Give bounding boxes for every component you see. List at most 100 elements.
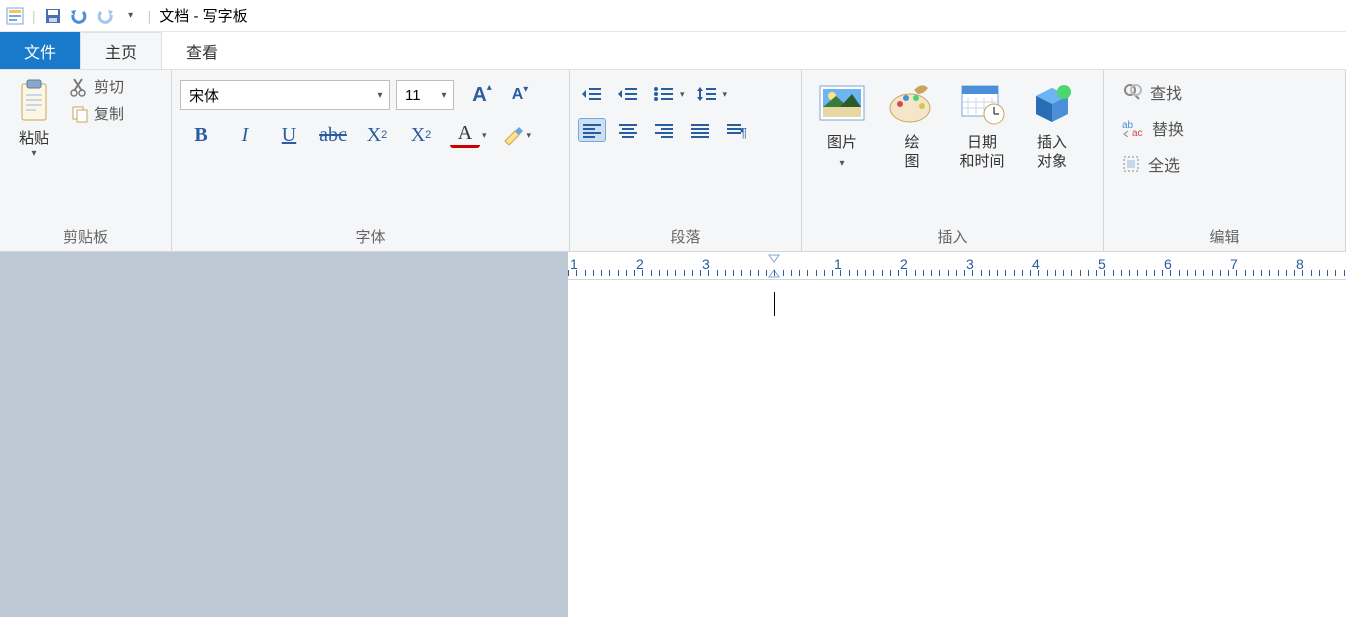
align-center-button[interactable]	[614, 118, 642, 142]
ruler-tick-minor	[675, 270, 676, 276]
ribbon-tabs: 文件 主页 查看	[0, 32, 1346, 70]
ruler-tick-minor	[576, 270, 577, 276]
ruler-tick-minor	[667, 270, 668, 276]
ruler-tick-minor	[791, 270, 792, 276]
justify-button[interactable]	[686, 118, 714, 142]
save-icon[interactable]	[42, 5, 64, 27]
decrease-indent-button[interactable]	[578, 82, 606, 106]
ruler-tick-minor	[741, 270, 742, 276]
subscript-button[interactable]: X2	[362, 120, 392, 150]
ruler-tick-minor	[1096, 270, 1097, 276]
ruler-tick-minor	[1137, 270, 1138, 276]
chevron-down-icon[interactable]: ▾	[371, 90, 389, 101]
ruler-tick-minor	[1071, 270, 1072, 276]
chevron-down-icon[interactable]: ▾	[482, 130, 487, 141]
insert-paint-button[interactable]: 绘 图	[886, 78, 938, 174]
strikethrough-button[interactable]: abc	[318, 120, 348, 150]
ruler-tick-minor	[1047, 270, 1048, 276]
insert-datetime-button[interactable]: 日期 和时间	[956, 78, 1008, 174]
ruler-tick-minor	[997, 270, 998, 276]
group-label-edit: 编辑	[1112, 222, 1337, 249]
ruler[interactable]: 32112345678	[568, 252, 1346, 280]
ruler-tick-minor	[956, 270, 957, 276]
chevron-down-icon[interactable]: ▾	[527, 130, 532, 141]
ruler-tick-minor	[915, 270, 916, 276]
ruler-tick-minor	[1146, 270, 1147, 276]
find-button[interactable]: 查找	[1116, 78, 1188, 106]
align-right-button[interactable]	[650, 118, 678, 142]
group-insert: 图片▾ 绘 图 日期 和时间 插入 对象 插入	[802, 70, 1104, 251]
paste-button[interactable]: 粘贴 ▾	[12, 74, 56, 163]
bold-button[interactable]: B	[186, 120, 216, 150]
underline-button[interactable]: U	[274, 120, 304, 150]
group-paragraph: ▾ ▾ ¶ 段落	[570, 70, 802, 251]
undo-icon[interactable]	[68, 5, 90, 27]
ruler-tick-minor	[931, 270, 932, 276]
svg-text:¶: ¶	[740, 125, 747, 139]
ruler-tick-minor	[865, 270, 866, 276]
title-bar: | ▾ | 文档 - 写字板	[0, 0, 1346, 32]
ruler-tick-minor	[1335, 270, 1336, 276]
select-all-button[interactable]: 全选	[1116, 150, 1186, 178]
ruler-tick-minor	[840, 270, 841, 276]
ruler-tick-minor	[1269, 270, 1270, 276]
ruler-tick-minor	[906, 270, 907, 276]
ruler-tick-minor	[568, 270, 569, 276]
document-page[interactable]: 32112345678	[568, 252, 1346, 617]
superscript-button[interactable]: X2	[406, 120, 436, 150]
shrink-font-button[interactable]: A▾	[506, 81, 534, 109]
ruler-tick-minor	[659, 270, 660, 276]
ruler-tick-minor	[1203, 270, 1204, 276]
ruler-tick-minor	[1327, 270, 1328, 276]
bullets-button[interactable]: ▾	[650, 82, 685, 106]
grow-font-button[interactable]: A▴	[468, 81, 496, 109]
italic-button[interactable]: I	[230, 120, 260, 150]
ruler-tick-minor	[1080, 270, 1081, 276]
tab-home[interactable]: 主页	[80, 32, 162, 69]
tab-file[interactable]: 文件	[0, 32, 80, 69]
group-font: ▾ ▾ A▴ A▾ B I U abc	[172, 70, 570, 251]
highlight-button[interactable]: ▾	[501, 123, 532, 147]
ruler-tick-minor	[717, 270, 718, 276]
chevron-down-icon[interactable]: ▾	[680, 89, 685, 100]
ruler-tick-minor	[1055, 270, 1056, 276]
chevron-down-icon[interactable]: ▾	[435, 90, 453, 101]
paragraph-marks-button[interactable]: ¶	[722, 118, 750, 142]
ruler-tick-minor	[766, 270, 767, 276]
insert-picture-button[interactable]: 图片▾	[816, 78, 868, 174]
ruler-tick-minor	[824, 270, 825, 276]
ruler-tick-minor	[1063, 270, 1064, 276]
ruler-tick-minor	[1245, 270, 1246, 276]
ruler-tick-minor	[1129, 270, 1130, 276]
insert-datetime-label: 日期 和时间	[959, 134, 1004, 172]
cut-button[interactable]: 剪切	[66, 74, 128, 99]
left-gutter	[0, 252, 568, 617]
ruler-tick-minor	[634, 270, 635, 276]
chevron-down-icon: ▾	[31, 148, 36, 159]
separator: |	[148, 8, 152, 24]
font-color-button[interactable]: A ▾	[450, 122, 487, 148]
insert-object-button[interactable]: 插入 对象	[1026, 78, 1078, 174]
cut-label: 剪切	[94, 76, 124, 97]
line-spacing-button[interactable]: ▾	[693, 82, 728, 106]
align-left-button[interactable]	[578, 118, 606, 142]
ruler-tick-minor	[593, 270, 594, 276]
ruler-tick-minor	[1319, 270, 1320, 276]
ribbon: 粘贴 ▾ 剪切 复制 剪贴板 ▾	[0, 70, 1346, 252]
font-size-input[interactable]	[397, 81, 435, 109]
tab-view[interactable]: 查看	[162, 32, 242, 69]
select-all-label: 全选	[1148, 152, 1180, 176]
ruler-tick-minor	[1038, 270, 1039, 276]
font-name-input[interactable]	[181, 81, 371, 109]
ruler-tick-minor	[1187, 270, 1188, 276]
qat-customize-icon[interactable]: ▾	[120, 5, 142, 27]
replace-button[interactable]: abac 替换	[1116, 114, 1190, 142]
ruler-tick-minor	[1294, 270, 1295, 276]
ruler-tick-minor	[1278, 270, 1279, 276]
font-name-combo[interactable]: ▾	[180, 80, 390, 110]
chevron-down-icon[interactable]: ▾	[723, 89, 728, 100]
increase-indent-button[interactable]	[614, 82, 642, 106]
redo-icon[interactable]	[94, 5, 116, 27]
copy-button[interactable]: 复制	[66, 101, 128, 126]
font-size-combo[interactable]: ▾	[396, 80, 454, 110]
